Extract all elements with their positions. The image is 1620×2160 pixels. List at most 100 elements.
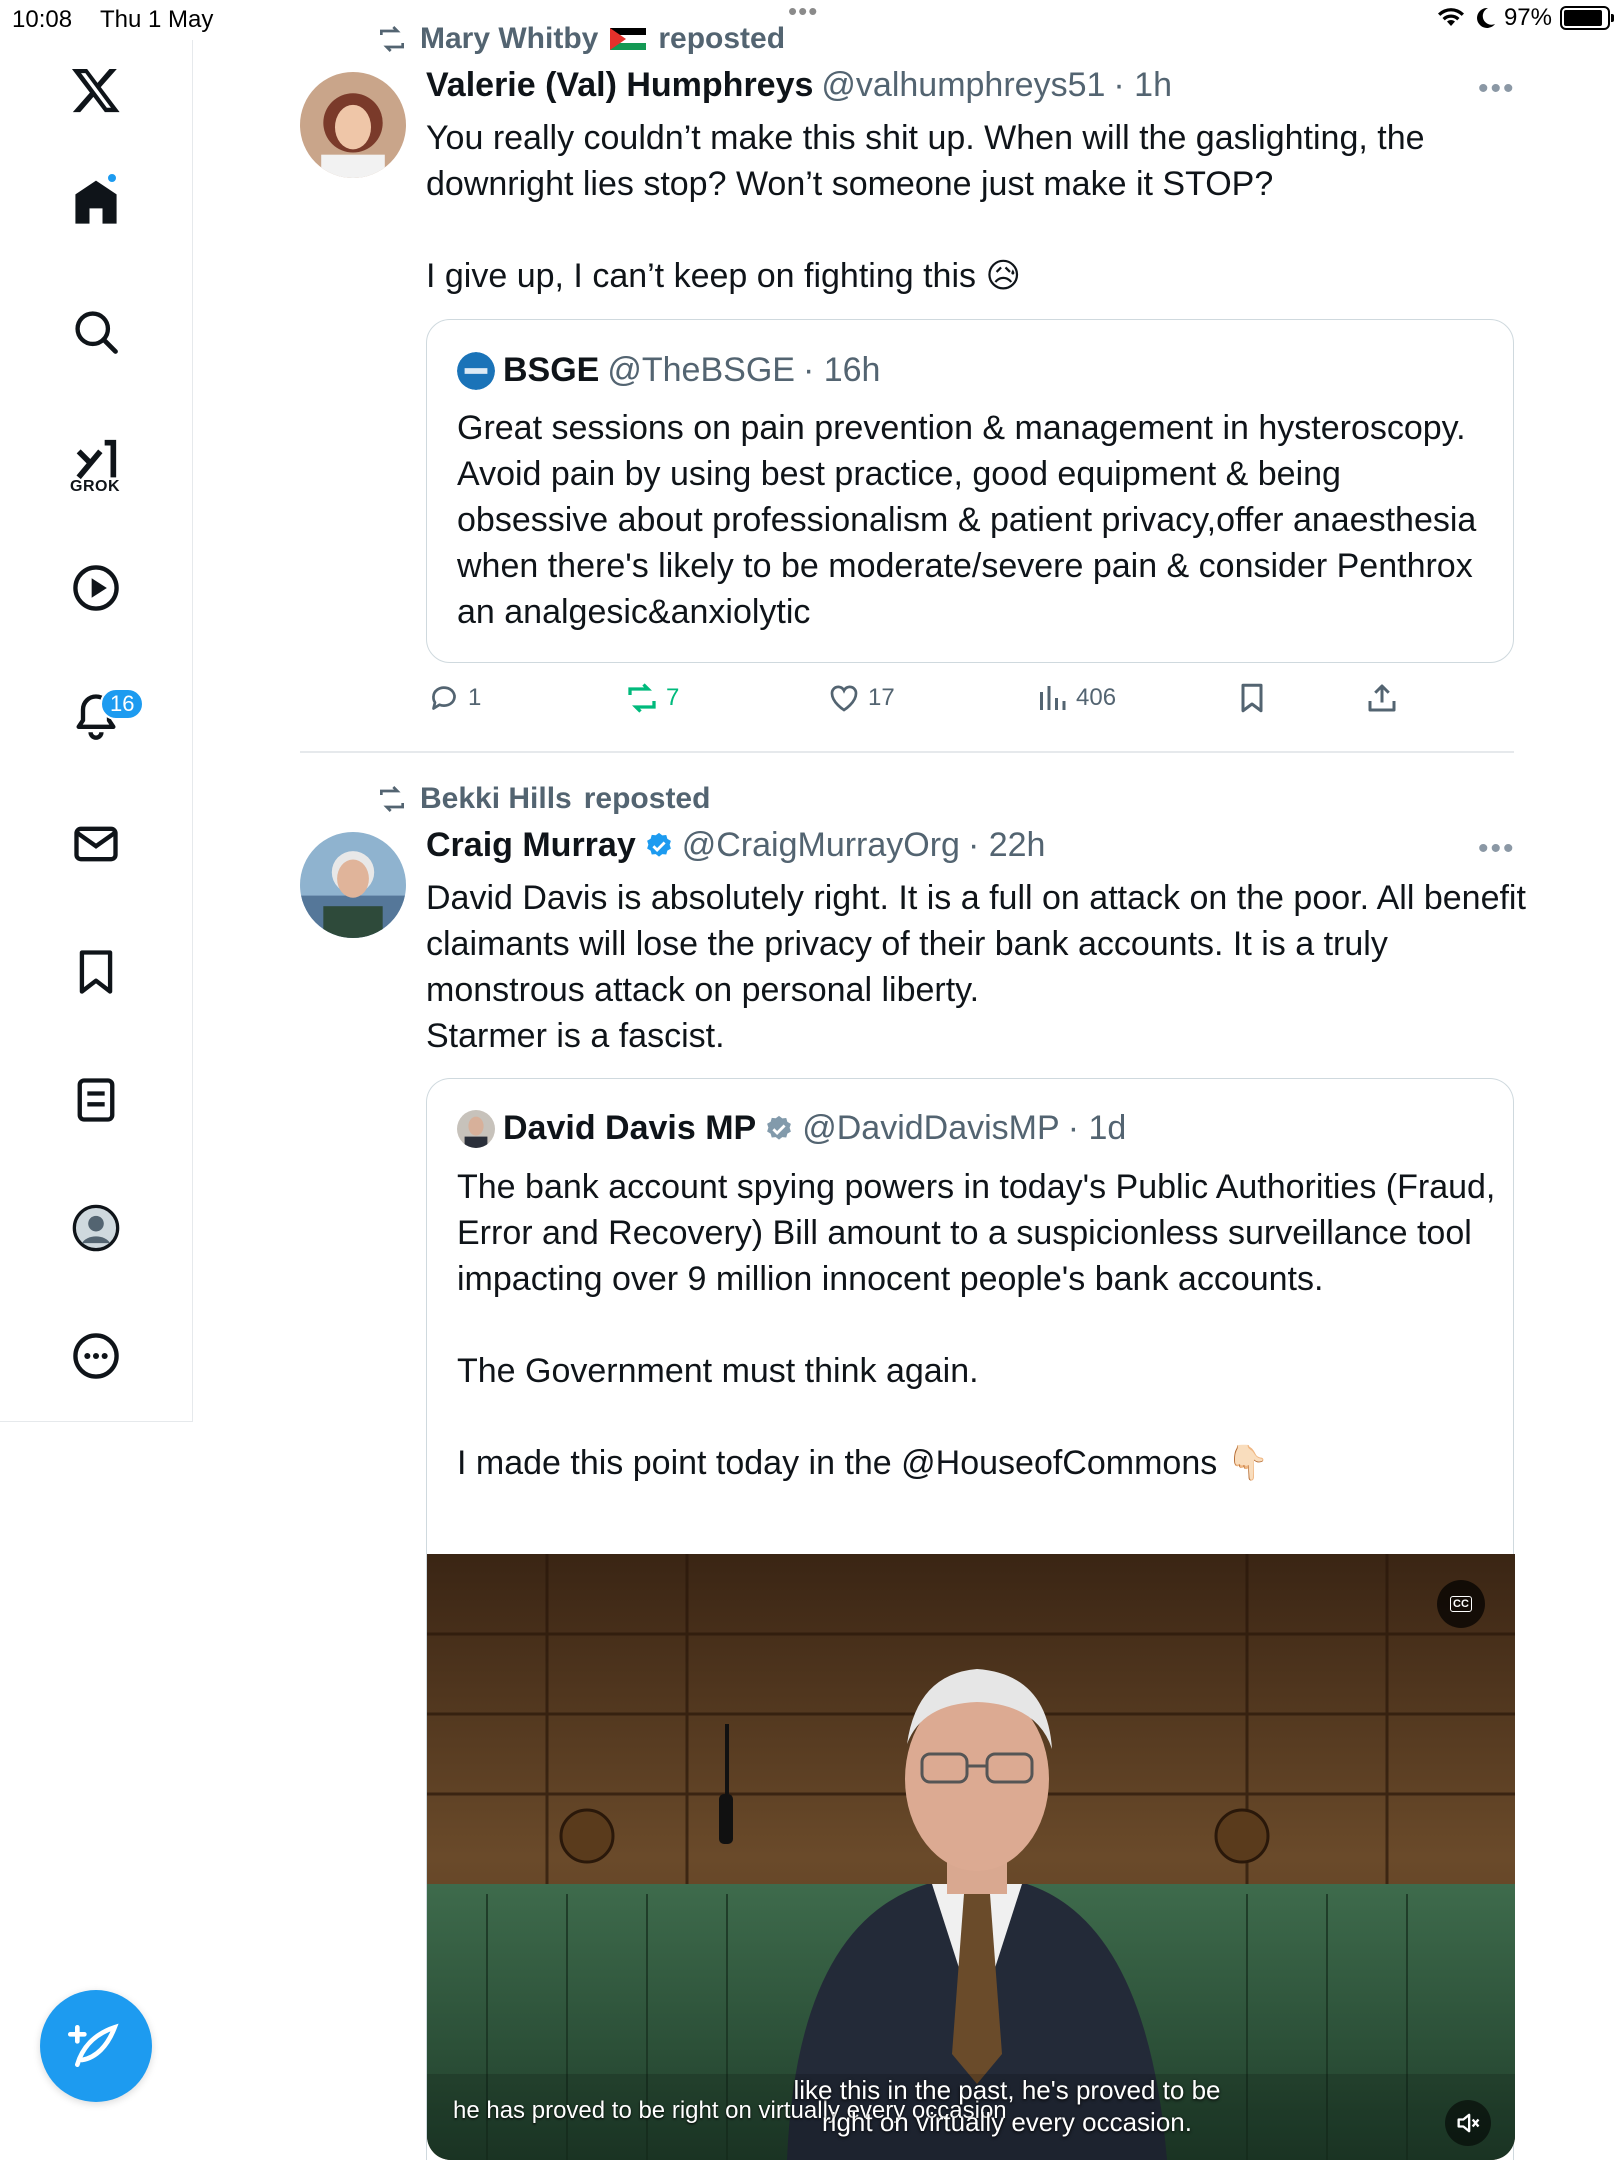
like-count: 17 — [868, 684, 895, 711]
post-text-line: I give up, I can’t keep on fighting this… — [426, 257, 1021, 295]
views-count: 406 — [1076, 684, 1117, 711]
avatar-photo-valerie — [300, 72, 406, 178]
repost-icon — [628, 683, 656, 713]
avatar[interactable] — [300, 832, 406, 938]
reply-icon — [432, 686, 456, 710]
like-button[interactable]: 17 — [826, 680, 895, 716]
quote-avatar — [457, 1109, 495, 1148]
quote-avatar — [457, 351, 495, 390]
author-handle[interactable]: @CraigMurrayOrg — [682, 826, 960, 865]
sidebar-item-home[interactable] — [56, 163, 136, 243]
quote-text: Great sessions on pain prevention & mana… — [457, 409, 1477, 631]
post-text: You really couldn’t make this shit up. W… — [426, 115, 1526, 299]
notification-badge: 16 — [100, 688, 145, 720]
status-right: 97% — [1436, 4, 1614, 32]
avatar-photo-david — [457, 1109, 495, 1148]
sidebar-item-search[interactable] — [56, 292, 136, 372]
sidebar-item-messages[interactable] — [56, 804, 136, 884]
envelope-icon — [74, 826, 118, 862]
moon-icon — [1476, 7, 1495, 28]
status-date: Thu 1 May — [100, 6, 214, 33]
views-button[interactable]: 406 — [1034, 680, 1116, 716]
post-time[interactable]: · 22h — [968, 826, 1046, 865]
repost-icon — [380, 26, 404, 52]
reply-count: 1 — [468, 684, 482, 711]
post-actions: 1 7 17 406 — [426, 680, 1526, 730]
repost-user[interactable]: Mary Whitby — [420, 22, 598, 56]
sidebar-item-more[interactable] — [56, 1316, 136, 1396]
x-logo-icon — [71, 68, 120, 113]
quote-author: David Davis MP @DavidDavisMP · 1d — [457, 1109, 1126, 1148]
mute-button[interactable] — [1445, 2100, 1491, 2146]
sidebar-item-profile[interactable] — [56, 1188, 136, 1268]
quote-paragraph: The Government must think again. — [457, 1352, 979, 1390]
quote-time: · 1d — [1067, 1109, 1127, 1147]
verified-badge-icon — [767, 1115, 792, 1140]
palestine-flag-emoji — [610, 28, 647, 50]
post-text: David Davis is absolutely right. It is a… — [426, 875, 1526, 1059]
avatar-photo-craig — [300, 832, 406, 938]
sidebar-item-bookmarks[interactable] — [56, 932, 136, 1012]
home-icon — [75, 180, 117, 224]
quote-time: · 16h — [802, 351, 881, 389]
post-divider — [300, 751, 1514, 753]
repost-indicator: Bekki Hills reposted — [376, 782, 710, 816]
compose-button[interactable] — [40, 1990, 152, 2102]
repost-count: 7 — [666, 684, 680, 711]
quote-author: BSGE @TheBSGE · 16h — [457, 351, 880, 390]
avatar[interactable] — [300, 72, 406, 178]
play-icon — [73, 565, 119, 611]
author-name[interactable]: Valerie (Val) Humphreys — [426, 66, 813, 105]
more-circle-icon — [73, 1333, 119, 1379]
bookmark-icon — [79, 950, 113, 994]
views-icon — [1040, 686, 1066, 710]
quote-paragraph: I made this point today in the @HouseofC… — [457, 1444, 1270, 1482]
repost-suffix: reposted — [583, 782, 711, 815]
post-more-button[interactable]: ••• — [1478, 72, 1516, 106]
share-button[interactable] — [1364, 680, 1400, 716]
speaker-muted-icon — [1457, 2113, 1480, 2133]
battery-icon — [1560, 6, 1614, 30]
repost-button[interactable]: 7 — [624, 680, 679, 716]
quoted-post[interactable]: David Davis MP @DavidDavisMP · 1d The ba… — [426, 1078, 1515, 2160]
post-text-line: Starmer is a fascist. — [426, 1017, 725, 1055]
bsge-logo-icon — [457, 351, 495, 390]
heart-icon — [830, 685, 858, 712]
reply-button[interactable]: 1 — [426, 680, 481, 716]
repost-indicator: Mary Whitby reposted — [376, 22, 785, 56]
verified-badge-icon — [646, 832, 671, 857]
profile-icon — [72, 1204, 120, 1252]
repost-icon — [380, 786, 404, 812]
compose-icon — [68, 2023, 119, 2067]
video-player[interactable]: CC he has proved to be right on virtuall… — [427, 1554, 1515, 2160]
bookmark-icon — [1241, 683, 1263, 713]
bookmark-button[interactable] — [1234, 680, 1270, 716]
post-text-line: downright lies stop? Won’t someone just … — [426, 165, 1274, 203]
status-bar: 10:08 Thu 1 May ••• 97% — [0, 0, 1620, 40]
author-handle[interactable]: @valhumphreys51 — [821, 66, 1105, 105]
closed-captions-button[interactable]: CC — [1437, 1580, 1485, 1628]
quote-text: The bank account spying powers in today'… — [457, 1164, 1497, 1486]
sidebar-item-video[interactable] — [56, 548, 136, 628]
quote-paragraph: The bank account spying powers in today'… — [457, 1168, 1496, 1298]
post-time[interactable]: · 1h — [1113, 66, 1172, 105]
x-logo[interactable] — [56, 50, 136, 130]
repost-suffix: reposted — [658, 22, 786, 55]
sidebar: GROK 16 — [0, 40, 193, 1422]
battery-percent: 97% — [1503, 4, 1552, 31]
home-unread-dot — [106, 172, 118, 184]
list-icon — [77, 1078, 115, 1122]
status-time: 10:08 — [12, 6, 73, 33]
repost-user[interactable]: Bekki Hills — [420, 782, 572, 816]
author-name[interactable]: Craig Murray — [426, 826, 636, 865]
post-author: Valerie (Val) Humphreys @valhumphreys51 … — [426, 66, 1172, 105]
caption-line: like this in the past, he's proved to be — [793, 2075, 1221, 2105]
sidebar-item-lists[interactable] — [56, 1060, 136, 1140]
quote-author-name: David Davis MP — [503, 1109, 757, 1147]
post-more-button[interactable]: ••• — [1478, 832, 1516, 866]
quote-author-handle: @DavidDavisMP — [802, 1109, 1060, 1147]
post-text-body: David Davis is absolutely right. It is a… — [426, 879, 1526, 1009]
post-text-line: You really couldn’t make this shit up. W… — [426, 119, 1425, 157]
quoted-post[interactable]: BSGE @TheBSGE · 16h Great sessions on pa… — [426, 319, 1514, 663]
multitask-dots[interactable]: ••• — [788, 0, 818, 27]
